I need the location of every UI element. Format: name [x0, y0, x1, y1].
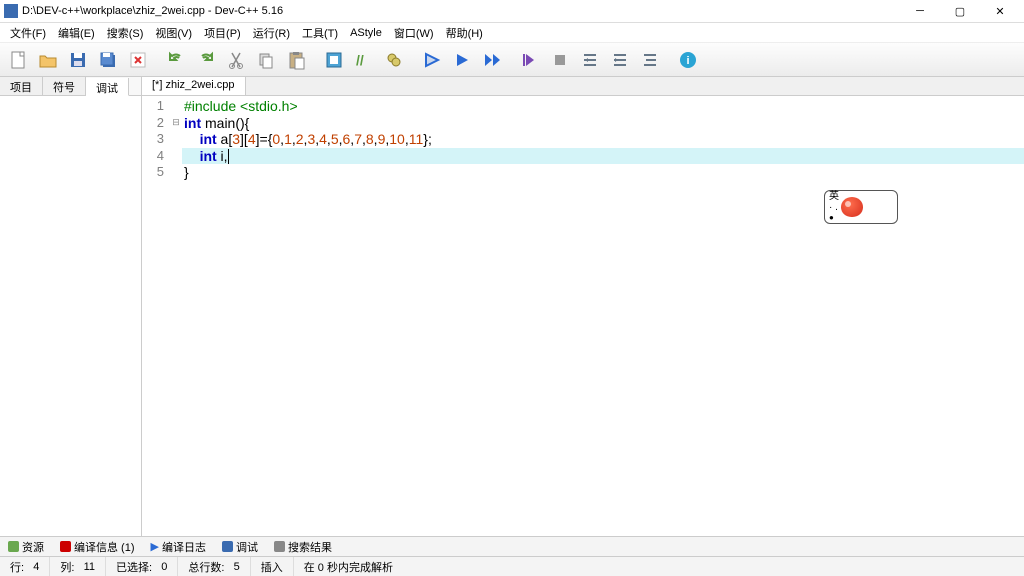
- file-tab[interactable]: [*] zhiz_2wei.cpp: [142, 77, 246, 95]
- side-tabs: 项目符号调试: [0, 77, 141, 96]
- stop-button[interactable]: [546, 46, 574, 74]
- compile-button[interactable]: [418, 46, 446, 74]
- compile-run-button[interactable]: [478, 46, 506, 74]
- line-gutter: 12345: [142, 96, 170, 181]
- status-parse: 在 0 秒内完成解析: [294, 557, 1024, 576]
- menu-item[interactable]: 搜索(S): [101, 23, 150, 43]
- open-file-button[interactable]: [34, 46, 62, 74]
- status-sel: 已选择: 0: [106, 557, 178, 576]
- editor-area: [*] zhiz_2wei.cpp 12345 ⊟ #include <stdi…: [142, 77, 1024, 536]
- cut-button[interactable]: [222, 46, 250, 74]
- ime-lang: 英: [829, 192, 839, 202]
- side-tab[interactable]: 符号: [43, 77, 86, 95]
- fold-gutter[interactable]: ⊟: [170, 96, 182, 181]
- side-tab[interactable]: 调试: [86, 78, 129, 96]
- bottom-tab[interactable]: 编译信息 (1): [52, 537, 143, 557]
- bottom-tab[interactable]: 调试: [214, 537, 266, 557]
- menu-item[interactable]: 编辑(E): [52, 23, 101, 43]
- svg-text://: //: [356, 52, 364, 68]
- menu-item[interactable]: 窗口(W): [388, 23, 440, 43]
- ime-heart-icon: [841, 197, 863, 217]
- paste-button[interactable]: [282, 46, 310, 74]
- maximize-button[interactable]: ▢: [940, 0, 980, 22]
- side-tab[interactable]: 项目: [0, 77, 43, 95]
- status-line: 行: 4: [0, 557, 50, 576]
- status-col: 列: 11: [50, 557, 106, 576]
- code-editor[interactable]: 12345 ⊟ #include <stdio.h>int main(){ in…: [142, 96, 1024, 536]
- new-file-button[interactable]: [4, 46, 32, 74]
- menu-item[interactable]: AStyle: [344, 25, 388, 41]
- menu-item[interactable]: 帮助(H): [440, 23, 489, 43]
- outdent-button[interactable]: [576, 46, 604, 74]
- insert-button[interactable]: [320, 46, 348, 74]
- menu-item[interactable]: 项目(P): [198, 23, 247, 43]
- bottom-tab[interactable]: 搜索结果: [266, 537, 340, 557]
- svg-text:i: i: [686, 55, 689, 67]
- find-button[interactable]: [380, 46, 408, 74]
- menu-item[interactable]: 视图(V): [149, 23, 198, 43]
- indent-button[interactable]: [606, 46, 634, 74]
- menu-item[interactable]: 运行(R): [247, 23, 296, 43]
- step-over-button[interactable]: [516, 46, 544, 74]
- menu-item[interactable]: 文件(F): [4, 23, 52, 43]
- bottom-tab[interactable]: ▶ 编译日志: [143, 537, 214, 557]
- save-all-button[interactable]: [94, 46, 122, 74]
- toolbar: // i: [0, 43, 1024, 77]
- app-icon: [4, 4, 18, 18]
- minimize-button[interactable]: ─: [900, 0, 940, 22]
- file-tabs: [*] zhiz_2wei.cpp: [142, 77, 1024, 96]
- side-panel: 项目符号调试: [0, 77, 142, 536]
- toggle-comment-button[interactable]: //: [350, 46, 378, 74]
- format-button[interactable]: [636, 46, 664, 74]
- redo-button[interactable]: [192, 46, 220, 74]
- ime-dots: · .: [829, 203, 839, 213]
- ime-mick: ●: [829, 214, 839, 222]
- bottom-tab[interactable]: 资源: [0, 537, 52, 557]
- bottom-tabs: 资源编译信息 (1)▶ 编译日志调试搜索结果: [0, 536, 1024, 556]
- status-mode: 插入: [251, 557, 294, 576]
- close-file-button[interactable]: [124, 46, 152, 74]
- undo-button[interactable]: [162, 46, 190, 74]
- help-button[interactable]: i: [674, 46, 702, 74]
- side-content: [0, 96, 141, 536]
- status-bar: 行: 4 列: 11 已选择: 0 总行数: 5 插入 在 0 秒内完成解析: [0, 556, 1024, 576]
- menu-item[interactable]: 工具(T): [296, 23, 344, 43]
- close-button[interactable]: ✕: [980, 0, 1020, 22]
- menubar: 文件(F)编辑(E)搜索(S)视图(V)项目(P)运行(R)工具(T)AStyl…: [0, 23, 1024, 43]
- run-button[interactable]: [448, 46, 476, 74]
- code-content[interactable]: #include <stdio.h>int main(){ int a[3][4…: [182, 96, 1024, 181]
- window-title: D:\DEV-c++\workplace\zhiz_2wei.cpp - Dev…: [22, 5, 900, 17]
- titlebar: D:\DEV-c++\workplace\zhiz_2wei.cpp - Dev…: [0, 0, 1024, 23]
- status-total: 总行数: 5: [178, 557, 250, 576]
- save-button[interactable]: [64, 46, 92, 74]
- copy-button[interactable]: [252, 46, 280, 74]
- ime-widget[interactable]: 英 · . ●: [824, 190, 898, 224]
